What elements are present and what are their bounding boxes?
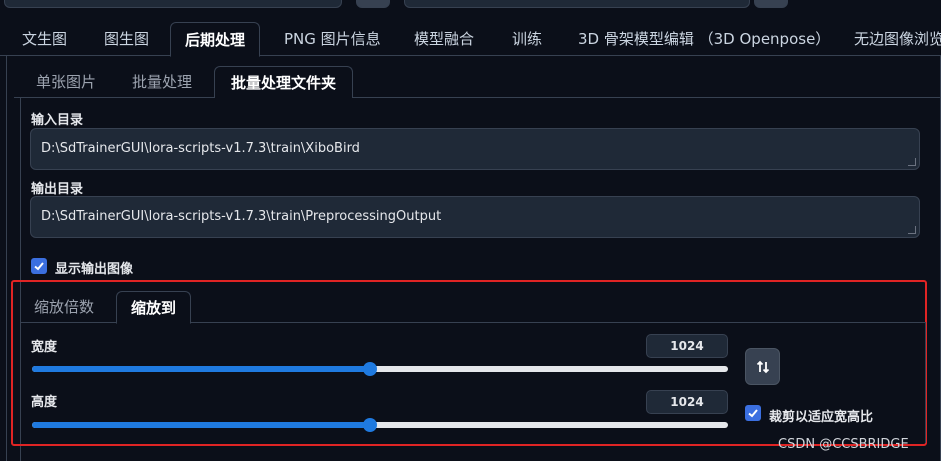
tab-scale-to[interactable]: 缩放到: [116, 291, 192, 324]
crop-to-fit-checkbox[interactable]: [745, 405, 761, 421]
checkmark-icon: [34, 262, 44, 271]
tab-batch-from-directory[interactable]: 批量处理文件夹: [214, 66, 354, 99]
input-dir-field[interactable]: D:\SdTrainerGUI\lora-scripts-v1.7.3\trai…: [30, 128, 920, 170]
tab-single-image[interactable]: 单张图片: [20, 66, 112, 98]
input-dir-value: D:\SdTrainerGUI\lora-scripts-v1.7.3\trai…: [41, 141, 360, 156]
tab-3d-openpose[interactable]: 3D 骨架模型编辑 （3D Openpose）: [564, 22, 844, 56]
tab-extras[interactable]: 后期处理: [170, 22, 261, 57]
extras-sub-tab-bar: 单张图片 批量处理 批量处理文件夹: [14, 66, 941, 99]
width-slider-fill: [32, 366, 370, 372]
width-number-input[interactable]: 1024: [646, 334, 728, 358]
scale-tab-bar: 缩放倍数 缩放到: [20, 291, 926, 324]
tab-train[interactable]: 训练: [498, 22, 556, 56]
width-slider-thumb[interactable]: [363, 362, 377, 376]
tab-txt2img[interactable]: 文生图: [8, 22, 81, 56]
output-dir-field[interactable]: D:\SdTrainerGUI\lora-scripts-v1.7.3\trai…: [30, 196, 920, 238]
width-slider[interactable]: [32, 362, 728, 376]
height-label: 高度: [31, 395, 58, 410]
vae-select[interactable]: [404, 0, 750, 8]
tab-png-info[interactable]: PNG 图片信息: [270, 22, 395, 56]
tab-checkpoint-merger[interactable]: 模型融合: [400, 22, 488, 56]
height-number-input[interactable]: 1024: [646, 390, 728, 414]
input-dir-label: 输入目录: [31, 113, 84, 128]
width-label: 宽度: [31, 340, 58, 355]
main-tab-bar: 文生图 图生图 后期处理 PNG 图片信息 模型融合 训练 3D 骨架模型编辑 …: [0, 22, 941, 57]
show-output-checkbox[interactable]: [31, 258, 47, 274]
watermark: CSDN @CCSBRIDGE: [778, 437, 909, 452]
output-dir-value: D:\SdTrainerGUI\lora-scripts-v1.7.3\trai…: [41, 209, 442, 224]
resize-grip-icon[interactable]: [908, 158, 916, 166]
model-select[interactable]: [4, 0, 342, 8]
tab-batch-process[interactable]: 批量处理: [116, 66, 208, 98]
refresh-button[interactable]: [356, 0, 390, 8]
tab-infinite-image-browsing[interactable]: 无边图像浏览: [840, 22, 941, 56]
tab-scale-by[interactable]: 缩放倍数: [20, 291, 108, 323]
refresh-vae-button[interactable]: [754, 0, 788, 8]
resize-grip-icon[interactable]: [908, 226, 916, 234]
tab-img2img[interactable]: 图生图: [90, 22, 163, 56]
height-slider[interactable]: [32, 418, 728, 432]
swap-vertical-icon: [756, 360, 769, 373]
show-output-label: 显示输出图像: [55, 262, 134, 277]
height-slider-thumb[interactable]: [363, 418, 377, 432]
output-dir-label: 输出目录: [31, 182, 84, 197]
height-slider-fill: [32, 422, 370, 428]
swap-dimensions-button[interactable]: [745, 348, 780, 385]
crop-to-fit-label: 裁剪以适应宽高比: [769, 410, 874, 425]
top-toolbar: [0, 0, 941, 12]
checkmark-icon: [748, 409, 758, 418]
